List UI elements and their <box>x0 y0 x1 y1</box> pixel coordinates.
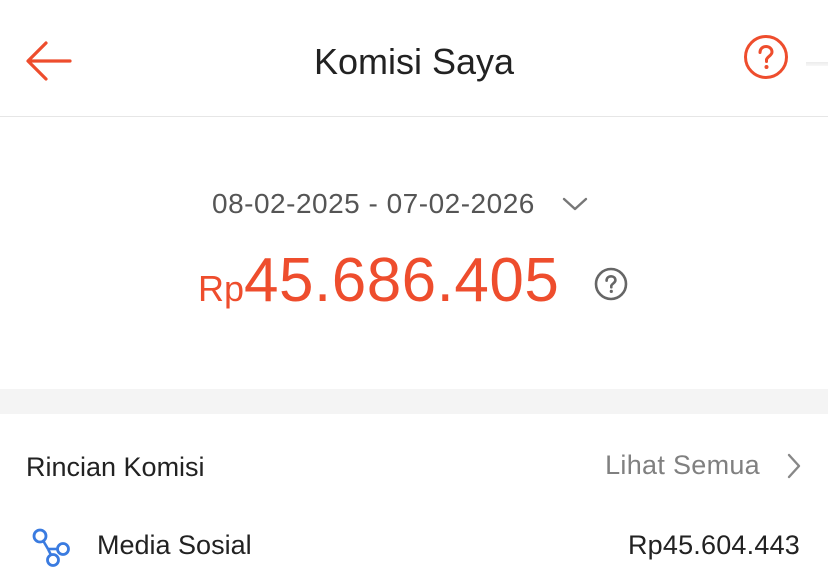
top-bar: Komisi Saya <box>0 0 828 117</box>
see-all-link[interactable]: Lihat Semua <box>605 450 802 481</box>
commission-summary: 08-02-2025 - 07-02-2026 Rp 45.686.405 <box>0 117 828 389</box>
question-circle-icon <box>594 267 628 301</box>
social-network-icon <box>30 526 72 568</box>
currency-label: Rp <box>198 268 245 309</box>
details-title: Rincian Komisi <box>26 452 205 482</box>
date-range-text: 08-02-2025 - 07-02-2026 <box>212 188 535 219</box>
commission-page: Komisi Saya 08-02-2025 - 07-02-2026 Rp 4… <box>0 0 828 576</box>
list-item-label: Media Sosial <box>97 530 252 560</box>
date-range-selector[interactable]: 08-02-2025 - 07-02-2026 <box>212 187 589 221</box>
header-edge-shadow <box>806 62 828 66</box>
amount-info-button[interactable] <box>594 267 628 301</box>
list-item-value: Rp45.604.443 <box>627 530 800 560</box>
list-item[interactable]: Media Sosial Rp45.604.443 <box>0 518 828 574</box>
see-all-label: Lihat Semua <box>605 450 760 480</box>
total-amount: 45.686.405 <box>244 246 560 315</box>
section-divider <box>0 389 828 414</box>
commission-details: Rincian Komisi Lihat Semua Media Sosial … <box>0 414 828 576</box>
chevron-down-icon <box>562 197 588 211</box>
chevron-right-icon <box>787 453 801 478</box>
total-commission: Rp 45.686.405 <box>198 245 559 316</box>
question-circle-icon <box>744 35 788 79</box>
page-title: Komisi Saya <box>313 41 515 82</box>
help-button[interactable] <box>742 33 790 81</box>
